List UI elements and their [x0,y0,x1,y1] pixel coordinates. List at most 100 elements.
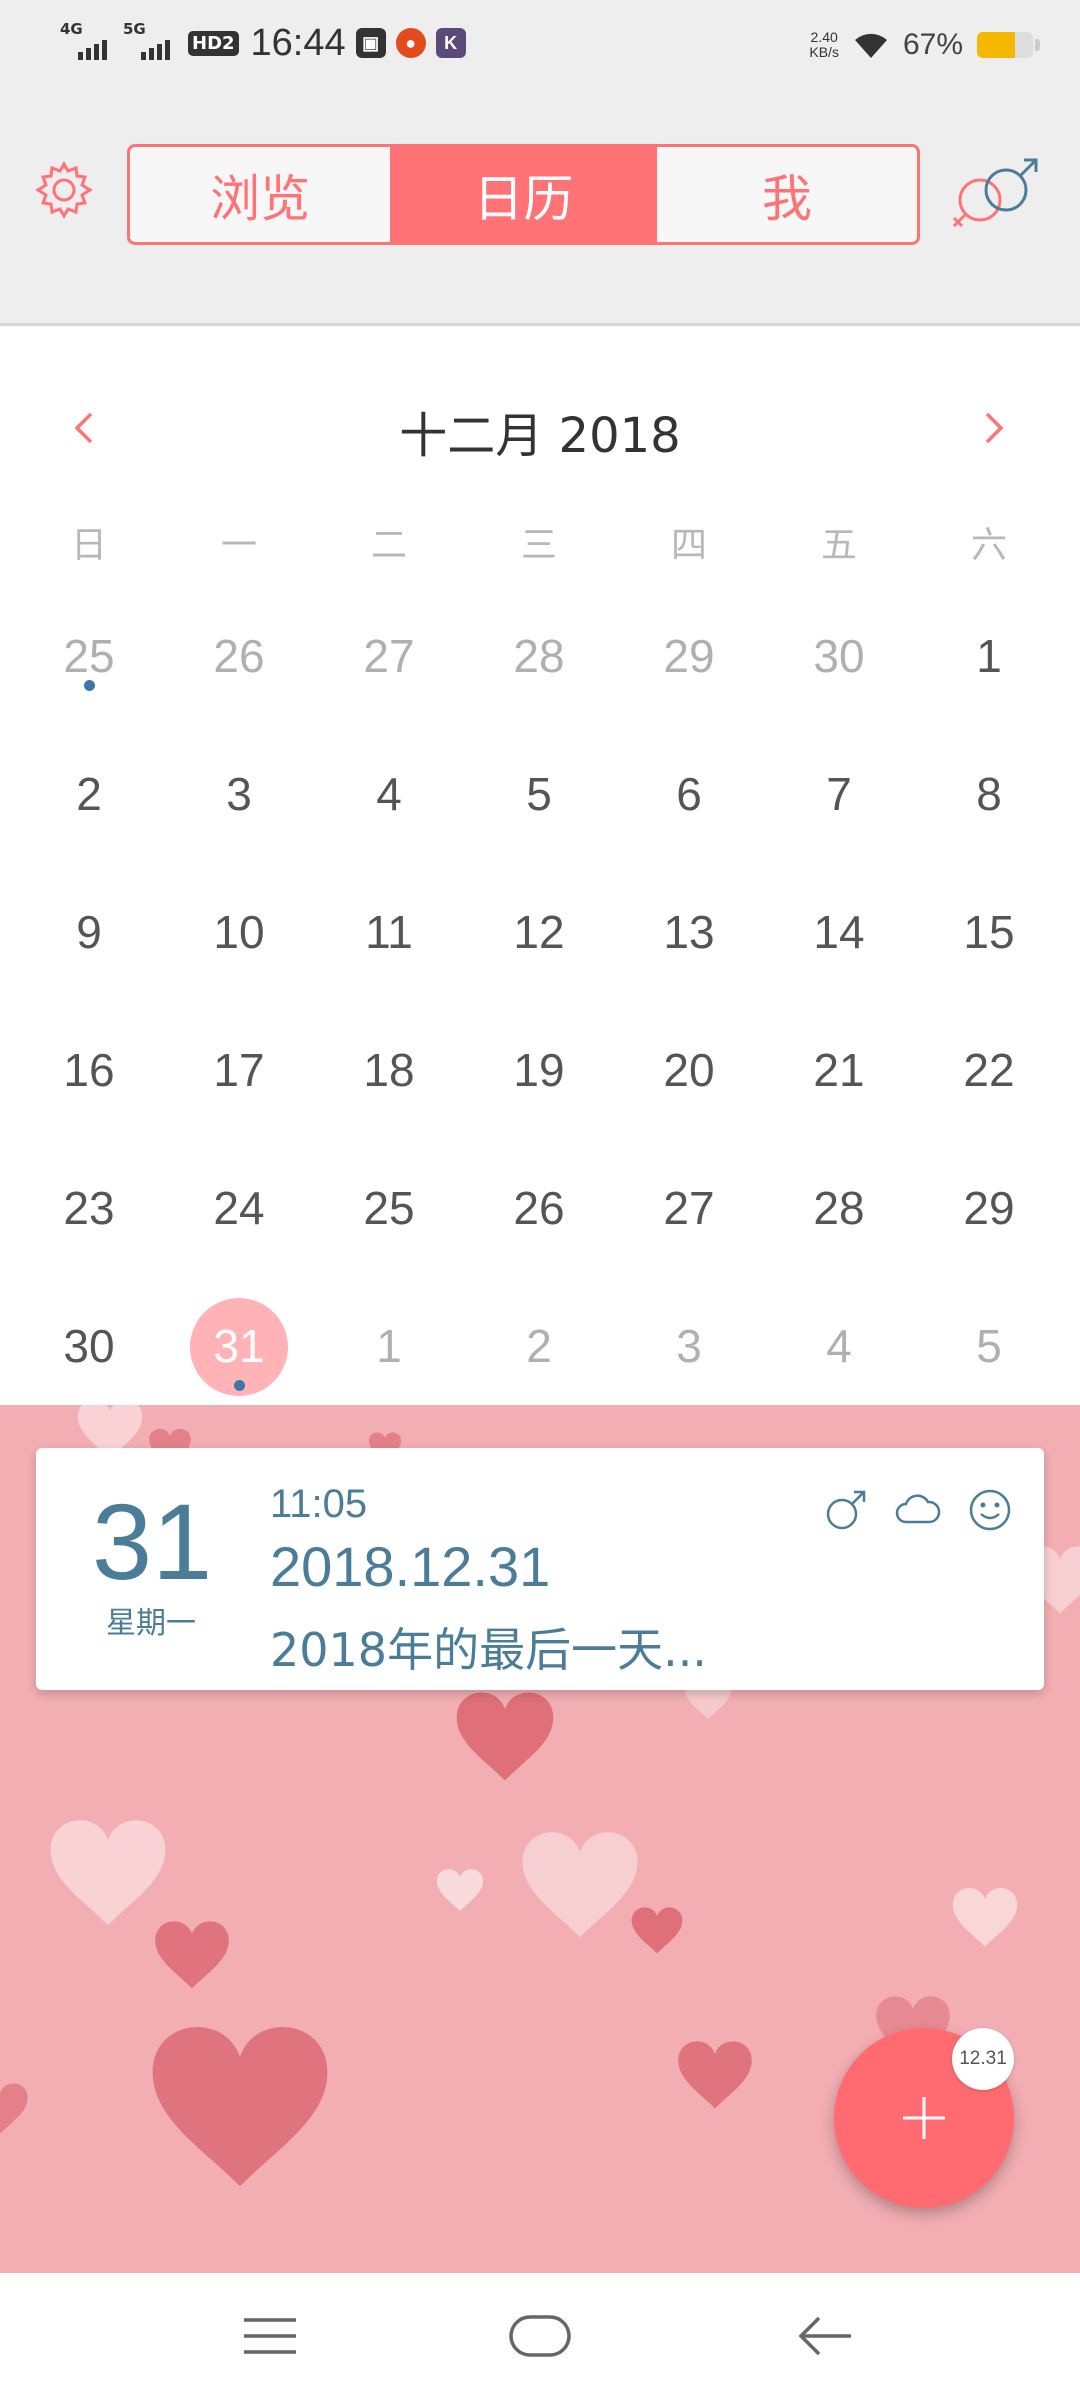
calendar-day[interactable]: 4 [314,734,464,854]
next-month-button[interactable] [965,398,1025,458]
calendar-day[interactable]: 29 [914,1148,1064,1268]
weekday-label: 日 [70,525,107,566]
wifi-icon [854,33,887,58]
calendar-day[interactable]: 15 [914,872,1064,992]
male-icon [822,1486,870,1534]
calendar-day[interactable]: 23 [14,1148,164,1268]
menu-button[interactable] [230,2303,310,2369]
status-right: 2.40 KB/s 67% [809,22,1040,68]
calendar-day[interactable]: 17 [164,1010,314,1130]
calendar-day[interactable]: 1 [914,596,1064,716]
calendar-day[interactable]: 26 [164,596,314,716]
calendar-day[interactable]: 19 [464,1010,614,1130]
calendar-day[interactable]: 3 [164,734,314,854]
calendar-day[interactable]: 21 [764,1010,914,1130]
calendar-day[interactable]: 25 [314,1148,464,1268]
calendar-day[interactable]: 5 [914,1286,1064,1406]
calendar-day[interactable]: 1 [314,1286,464,1406]
weekday-label: 五 [820,525,857,566]
status-bar: 4G 5G HD2 16:44 ▣ ● K 2.40 KB/s 67% [0,0,1080,90]
notification-app-icon: ▣ [355,28,386,58]
chevron-right-icon [985,412,1004,444]
calendar-day[interactable]: 7 [764,734,914,854]
calendar-day[interactable]: 30 [764,596,914,716]
back-button[interactable] [785,2303,865,2369]
notification-k-icon: K [435,28,466,58]
calendar-day[interactable]: 8 [914,734,1064,854]
month-title: 十二月 2018 [399,408,681,464]
network-type-1: 4G [60,20,83,38]
net-speed-unit: KB/s [809,44,839,60]
tab-browse[interactable]: 浏览 [130,147,390,242]
system-nav-bar [0,2273,1080,2400]
calendar-day[interactable]: 29 [614,596,764,716]
calendar-day[interactable]: 20 [614,1010,764,1130]
calendar-day[interactable]: 24 [164,1148,314,1268]
weekday-label: 二 [370,525,407,566]
diary-entry-card[interactable]: 31 星期一 11:05 2018.12.31 2018年的最后一天... [36,1448,1044,1690]
calendar-day[interactable]: 11 [314,872,464,992]
calendar-day[interactable]: 6 [614,734,764,854]
entry-icons [822,1486,1014,1534]
calendar-day[interactable]: 12 [464,872,614,992]
entry-dot [234,1380,245,1391]
entry-dot [84,680,95,691]
calendar-day[interactable]: 22 [914,1010,1064,1130]
fab-date-badge: 12.31 [952,2028,1014,2090]
calendar-day[interactable]: 27 [314,596,464,716]
entry-day: 31 [92,1481,213,1602]
gender-icon[interactable] [950,154,1046,232]
cloud-icon [894,1486,942,1534]
entry-time: 11:05 [270,1482,368,1526]
smile-icon [966,1486,1014,1534]
calendar-day[interactable]: 14 [764,872,914,992]
calendar-day[interactable]: 25 [14,596,164,716]
calendar-day[interactable]: 4 [764,1286,914,1406]
app-header: 浏览 日历 我 [0,90,1080,326]
calendar-day[interactable]: 2 [464,1286,614,1406]
entry-weekday: 星期一 [106,1606,196,1641]
battery-icon [977,32,1033,58]
calendar-day[interactable]: 18 [314,1010,464,1130]
calendar-day[interactable]: 5 [464,734,614,854]
signal-4g-icon: 4G [60,20,107,60]
calendar-day[interactable]: 26 [464,1148,614,1268]
network-type-2: 5G [123,20,146,38]
weekday-label: 四 [670,525,707,566]
signal-5g-icon: 5G [123,20,170,60]
calendar-day[interactable]: 10 [164,872,314,992]
battery-tip [1035,39,1040,51]
clock: 16:44 [250,21,346,64]
net-speed-value: 2.40 [810,29,838,45]
calendar-day-selected[interactable]: 31 [164,1286,314,1406]
calendar-day[interactable]: 28 [464,596,614,716]
plus-icon [903,2097,945,2139]
back-arrow-icon [798,2316,851,2356]
calendar-day[interactable]: 30 [14,1286,164,1406]
notification-game-icon: ● [395,28,426,58]
weekday-label: 六 [970,525,1007,566]
calendar-day[interactable]: 28 [764,1148,914,1268]
status-left: 4G 5G HD2 16:44 ▣ ● K [60,18,466,68]
calendar-day[interactable]: 2 [14,734,164,854]
battery-percent: 67% [902,28,963,61]
hd-voice-badge: HD2 [188,30,239,56]
tab-calendar[interactable]: 日历 [390,147,654,242]
weekday-label: 三 [520,525,557,566]
menu-icon [244,2318,296,2354]
home-button[interactable] [500,2303,580,2369]
calendar-day[interactable]: 27 [614,1148,764,1268]
home-icon [509,2315,571,2357]
calendar-day[interactable]: 3 [614,1286,764,1406]
calendar-day[interactable]: 9 [14,872,164,992]
calendar-day[interactable]: 13 [614,872,764,992]
entry-preview: 2018年的最后一天... [270,1623,707,1677]
view-switcher: 浏览 日历 我 [127,144,920,245]
net-speed: 2.40 KB/s [809,30,839,60]
calendar-day[interactable]: 16 [14,1010,164,1130]
tab-me[interactable]: 我 [653,147,917,242]
weekday-label: 一 [220,525,257,566]
entry-date: 2018.12.31 [270,1535,551,1598]
calendar-header: 十二月 2018 [0,376,1080,476]
gear-icon[interactable] [34,160,94,220]
